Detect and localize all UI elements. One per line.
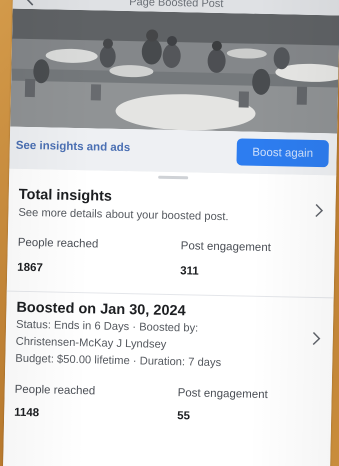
photo-frame: Page Boosted Post See insights and ads B… <box>0 0 339 466</box>
people-reached-value: 1867 <box>17 261 43 275</box>
boost-details-card[interactable]: Boosted on Jan 30, 2024 Status: Ends in … <box>3 299 333 456</box>
total-insights-subtitle: See more details about your boosted post… <box>18 206 229 224</box>
boost-boosted-by: Christensen-McKay J Lyndsey <box>15 335 167 351</box>
sheet-drag-handle[interactable] <box>157 175 188 180</box>
total-insights-card[interactable]: Total insights See more details about yo… <box>7 183 336 302</box>
post-image-graphic <box>10 8 339 134</box>
boost-status: Status: Ends in 6 Days · Boosted by: <box>15 318 199 335</box>
boost-budget: Budget: $50.00 lifetime · Duration: 7 da… <box>15 352 222 370</box>
boost-people-reached-value: 1148 <box>14 406 40 420</box>
phone-screen: Page Boosted Post See insights and ads B… <box>3 0 339 466</box>
boost-again-button[interactable]: Boost again <box>236 138 329 168</box>
page-title: Page Boosted Post <box>129 0 224 11</box>
boost-post-engagement-value: 55 <box>177 410 191 423</box>
boost-title: Boosted on Jan 30, 2024 <box>16 299 186 320</box>
see-insights-link[interactable]: See insights and ads <box>16 140 131 154</box>
back-arrow-icon[interactable] <box>25 0 37 6</box>
boost-post-engagement-label: Post engagement <box>177 387 268 402</box>
post-image <box>10 8 339 134</box>
total-insights-title: Total insights <box>18 186 113 205</box>
people-reached-label: People reached <box>17 236 99 251</box>
chevron-right-icon[interactable] <box>312 331 321 346</box>
chevron-right-icon[interactable] <box>314 203 324 218</box>
post-engagement-label: Post engagement <box>180 240 271 255</box>
boost-people-reached-label: People reached <box>14 383 96 398</box>
post-engagement-value: 311 <box>180 265 199 278</box>
insights-sheet: Total insights See more details about yo… <box>3 168 337 466</box>
